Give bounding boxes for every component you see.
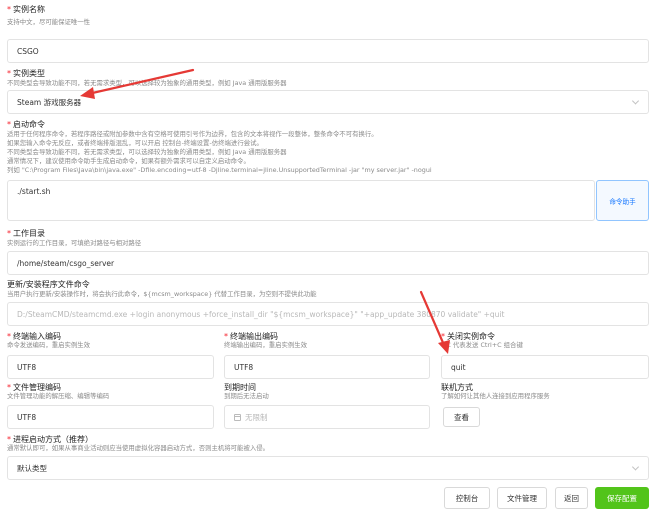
annotation-arrow-instance-type [80, 68, 195, 99]
annotation-arrow-stop-command [419, 290, 450, 354]
annotation-arrows [80, 68, 450, 354]
